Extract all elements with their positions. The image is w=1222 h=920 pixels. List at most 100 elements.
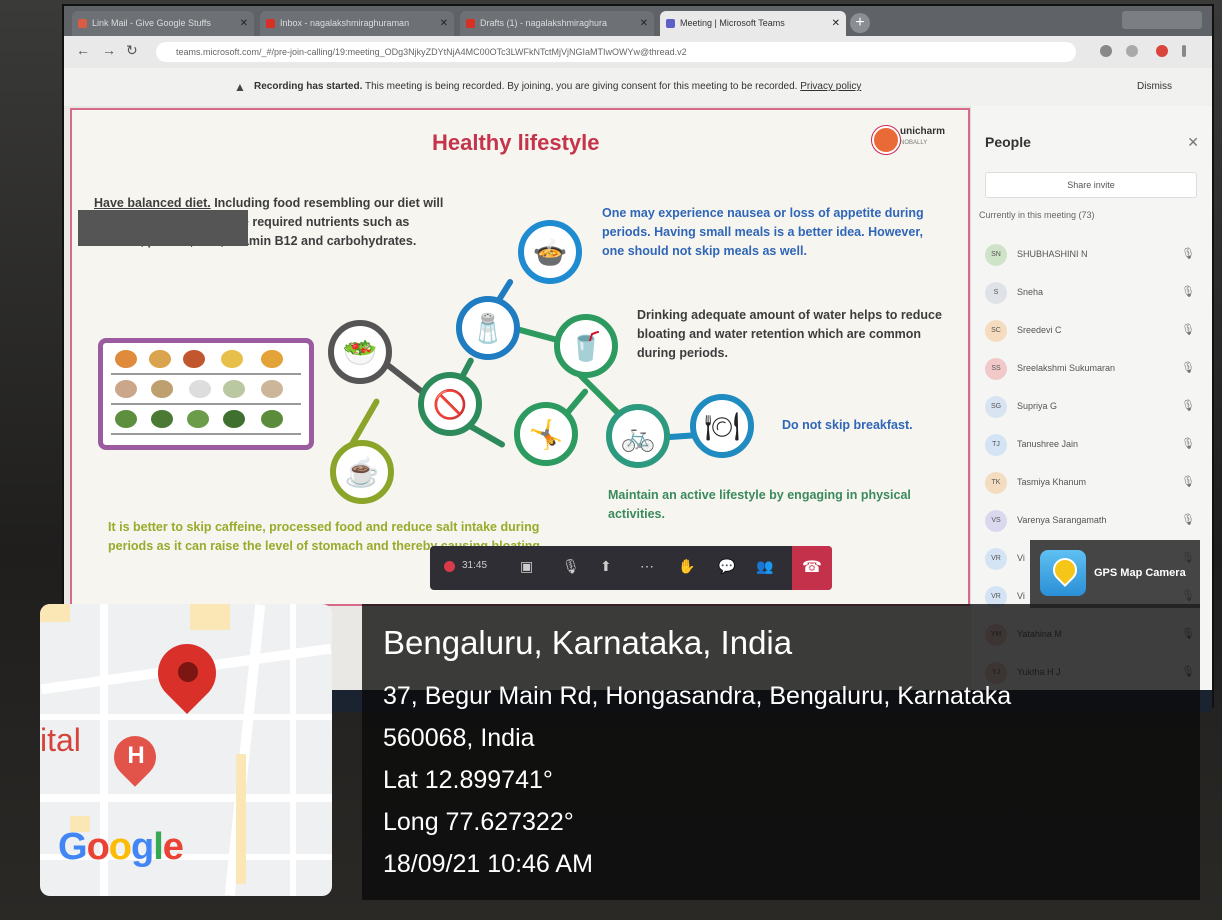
address-bar-row: ← → ↻ teams.microsoft.com/_#/pre-join-ca… xyxy=(64,36,1212,69)
tab-label: Inbox - nagalakshmiraghuraman xyxy=(280,18,410,28)
raise-hand-icon[interactable]: ✋ xyxy=(678,558,695,575)
recording-indicator-icon xyxy=(444,561,455,572)
slide-title: Healthy lifestyle xyxy=(432,130,600,155)
menu-icon[interactable] xyxy=(1182,45,1186,57)
participant-name: Sreelakshmi Sukumaran xyxy=(1017,363,1116,373)
participant-name: Sneha xyxy=(1017,287,1044,297)
participant-row[interactable]: VS Varenya Sarangamath 🎙 xyxy=(985,508,1205,536)
avatar: VS xyxy=(985,510,1007,532)
share-invite-button[interactable]: Share invite xyxy=(985,172,1197,198)
mic-muted-icon: 🎙 xyxy=(1181,476,1195,488)
food-shelf-illustration xyxy=(98,338,314,450)
avatar: SN xyxy=(985,244,1007,266)
camera-indicator-icon[interactable] xyxy=(1100,45,1112,57)
arrow-right-icon[interactable]: → xyxy=(102,42,116,58)
no-junk-food-icon: 🚫 xyxy=(418,372,482,436)
avatar: SS xyxy=(985,358,1007,380)
avatar: SC xyxy=(985,320,1007,342)
tab-label: Link Mail - Give Google Stuffs xyxy=(92,18,211,28)
recording-text: This meeting is being recorded. By joini… xyxy=(362,81,801,92)
avatar: S xyxy=(985,282,1007,304)
latitude: Lat 12.899741° xyxy=(383,766,553,794)
google-logo: Google xyxy=(58,826,184,868)
map-label: ital xyxy=(40,722,81,758)
tab-bar: Link Mail - Give Google Stuffs ✕ Inbox -… xyxy=(64,6,1212,36)
logo-subtext: NOBALLY xyxy=(900,140,928,146)
mic-muted-icon: 🎙 xyxy=(1181,286,1195,298)
participant-name: Tanushree Jain xyxy=(1017,439,1079,449)
soup-bowl-icon: 🍲 xyxy=(518,220,582,284)
unicharm-logo: unicharm NOBALLY xyxy=(872,124,956,154)
reload-icon[interactable]: ↻ xyxy=(126,42,138,59)
star-icon[interactable] xyxy=(1126,45,1138,57)
people-icon[interactable]: 👥 xyxy=(756,558,773,575)
gps-camera-icon xyxy=(1040,550,1086,596)
address-line-1: 37, Begur Main Rd, Hongasandra, Bengalur… xyxy=(383,682,1012,710)
participant-row[interactable]: SC Sreedevi C 🎙 xyxy=(985,318,1205,346)
mic-muted-icon: 🎙 xyxy=(1181,438,1195,450)
avatar: TJ xyxy=(985,434,1007,456)
currently-in-meeting-header[interactable]: Currently in this meeting (73) xyxy=(979,210,1095,220)
dismiss-button[interactable]: Dismiss xyxy=(1137,68,1172,106)
tab-inbox[interactable]: Inbox - nagalakshmiraghuraman ✕ xyxy=(260,11,454,36)
close-tab-icon[interactable]: ✕ xyxy=(640,11,648,36)
close-tab-icon[interactable]: ✕ xyxy=(240,11,248,36)
active-lifestyle-text: Maintain an active lifestyle by engaging… xyxy=(608,488,911,521)
avatar: SG xyxy=(985,396,1007,418)
avatar: TK xyxy=(985,472,1007,494)
tab-drafts[interactable]: Drafts (1) - nagalakshmiraghura ✕ xyxy=(460,11,654,36)
logo-icon xyxy=(872,126,900,154)
tab-link-mail[interactable]: Link Mail - Give Google Stuffs ✕ xyxy=(72,11,254,36)
mic-off-icon[interactable]: 🎙 xyxy=(562,558,580,575)
longitude: Long 77.627322° xyxy=(383,808,574,836)
recording-banner: ▲ Recording has started. This meeting is… xyxy=(64,68,1212,106)
call-timer: 31:45 xyxy=(462,560,488,571)
participant-name: Vi xyxy=(1017,553,1025,563)
hang-up-button[interactable]: ☎ xyxy=(792,546,832,590)
nausea-text: One may experience nausea or loss of app… xyxy=(602,206,924,258)
url-input[interactable]: teams.microsoft.com/_#/pre-join-calling/… xyxy=(156,42,1076,62)
tab-teams-meeting[interactable]: Meeting | Microsoft Teams ✕ xyxy=(660,11,846,36)
participant-name: Tasmiya Khanum xyxy=(1017,477,1087,487)
location-pin-dot xyxy=(178,662,198,682)
hospital-letter: H xyxy=(127,742,145,769)
participant-row[interactable]: TJ Tanushree Jain 🎙 xyxy=(985,432,1205,460)
avatar: VR xyxy=(985,548,1007,570)
water-text: Drinking adequate amount of water helps … xyxy=(637,308,942,360)
recording-message: Recording has started. This meeting is b… xyxy=(254,68,861,106)
close-tab-icon[interactable]: ✕ xyxy=(440,11,448,36)
date-time: 18/09/21 10:46 AM xyxy=(383,850,593,878)
breakfast-text: Do not skip breakfast. xyxy=(782,418,913,432)
map-thumbnail: ital H Google xyxy=(40,604,332,896)
participant-name: Supriya G xyxy=(1017,401,1058,411)
participant-row[interactable]: SG Supriya G 🎙 xyxy=(985,394,1205,422)
participant-row[interactable]: TK Tasmiya Khanum 🎙 xyxy=(985,470,1205,498)
window-controls[interactable] xyxy=(1122,11,1202,29)
breakfast-table-icon: 🍽 xyxy=(690,394,754,458)
close-tab-icon[interactable]: ✕ xyxy=(832,11,840,36)
close-icon[interactable]: ✕ xyxy=(1187,134,1199,151)
participant-row[interactable]: S Sneha 🎙 xyxy=(985,280,1205,308)
mail-favicon-icon xyxy=(78,19,87,28)
location-city: Bengaluru, Karnataka, India xyxy=(383,624,793,661)
tab-label: Drafts (1) - nagalakshmiraghura xyxy=(480,18,608,28)
gmail-favicon-icon xyxy=(466,19,475,28)
gmail-favicon-icon xyxy=(266,19,275,28)
new-tab-button[interactable]: + xyxy=(850,13,870,33)
chat-icon[interactable]: 💬 xyxy=(718,558,735,575)
more-icon[interactable]: ⋯ xyxy=(640,558,654,575)
people-title: People xyxy=(985,134,1031,150)
salad-bowl-icon: 🥗 xyxy=(328,320,392,384)
participant-row[interactable]: SN SHUBHASHINI N 🎙 xyxy=(985,242,1205,270)
redaction-box xyxy=(78,210,248,246)
camera-off-icon[interactable]: ▣ xyxy=(520,558,533,575)
arrow-left-icon[interactable]: ← xyxy=(76,42,90,58)
warning-icon: ▲ xyxy=(234,80,246,94)
privacy-policy-link[interactable]: Privacy policy xyxy=(800,81,861,92)
participant-name: Sreedevi C xyxy=(1017,325,1062,335)
share-screen-icon[interactable]: ⬆ xyxy=(600,558,612,575)
participant-row[interactable]: SS Sreelakshmi Sukumaran 🎙 xyxy=(985,356,1205,384)
shared-slide: Healthy lifestyle unicharm NOBALLY Have … xyxy=(70,108,970,606)
participant-name: Vi xyxy=(1017,591,1025,601)
profile-avatar[interactable] xyxy=(1156,45,1168,57)
